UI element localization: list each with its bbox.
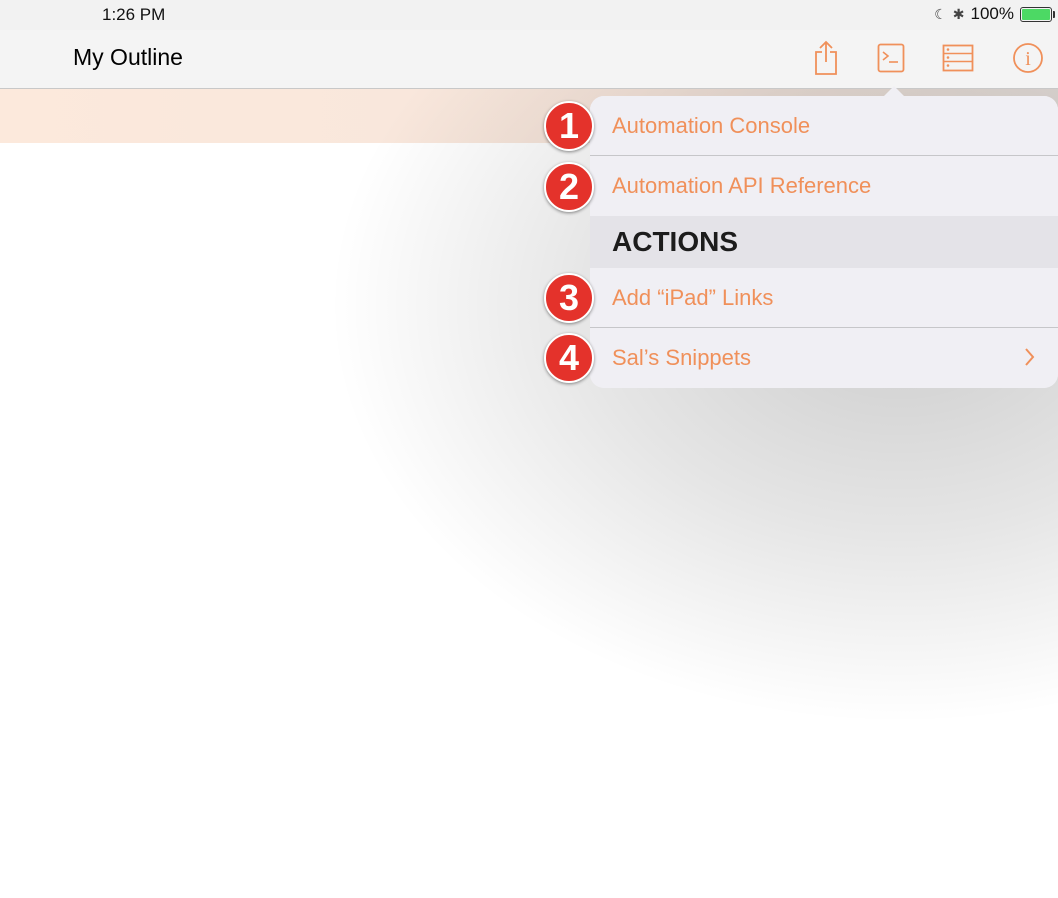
console-icon	[877, 43, 905, 73]
callout-badge-1: 1	[544, 101, 594, 151]
moon-icon: ☾	[934, 5, 947, 22]
status-bar: 1:26 PM ☾ ✱ 100%	[0, 0, 1058, 30]
menu-item-label: Sal’s Snippets	[612, 345, 752, 370]
menu-item-sals-snippets[interactable]: Sal’s Snippets	[590, 328, 1058, 388]
svg-text:i: i	[1025, 48, 1031, 70]
menu-item-label: Automation API Reference	[612, 173, 872, 198]
automation-console-button[interactable]	[871, 38, 911, 78]
status-time: 1:26 PM	[102, 5, 166, 24]
popover-menu: Automation Console Automation API Refere…	[590, 96, 1058, 388]
info-icon: i	[1013, 43, 1043, 73]
battery-icon	[1020, 6, 1055, 22]
battery-percent: 100%	[970, 4, 1014, 23]
layout-icon	[942, 44, 974, 72]
callout-badge-2: 2	[544, 162, 594, 212]
page-title: My Outline	[73, 44, 183, 70]
menu-item-automation-api-reference[interactable]: Automation API Reference	[590, 156, 1058, 216]
layout-button[interactable]	[938, 38, 978, 78]
callout-badge-4: 4	[544, 333, 594, 383]
share-icon	[815, 40, 837, 75]
section-header-label: ACTIONS	[612, 226, 738, 257]
navigation-bar: My Outline i	[0, 30, 1058, 89]
info-button[interactable]: i	[1008, 38, 1048, 78]
bluetooth-icon: ✱	[952, 5, 965, 22]
menu-item-automation-console[interactable]: Automation Console	[590, 96, 1058, 156]
app-screen: 1:26 PM ☾ ✱ 100% My Outline i Automation…	[0, 0, 1058, 898]
automation-popover: Automation Console Automation API Refere…	[590, 86, 1058, 388]
menu-item-add-ipad-links[interactable]: Add “iPad” Links	[590, 268, 1058, 328]
menu-item-label: Automation Console	[612, 112, 811, 138]
callout-badge-3: 3	[544, 273, 594, 323]
share-button[interactable]	[806, 38, 846, 78]
actions-section-header: ACTIONS	[590, 216, 1058, 268]
chevron-right-icon	[1025, 348, 1035, 366]
status-indicators: ☾ ✱ 100%	[934, 4, 1055, 24]
menu-item-label: Add “iPad” Links	[612, 284, 774, 310]
